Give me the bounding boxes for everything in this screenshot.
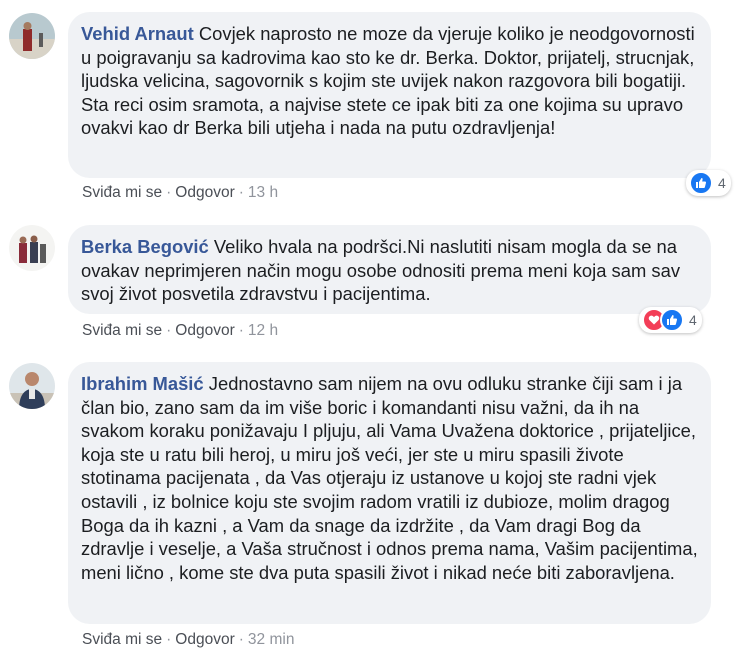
reply-link[interactable]: Odgovor [175, 322, 234, 339]
separator: · [238, 184, 244, 201]
comment-bubble: Vehid Arnaut Covjek naprosto ne moze da … [68, 12, 711, 178]
like-link[interactable]: Sviđa mi se [82, 322, 162, 339]
comment-author[interactable]: Berka Begović [81, 236, 209, 257]
comment-bubble: Berka Begović Veliko hvala na podršci.Ni… [68, 225, 711, 314]
comment-author[interactable]: Ibrahim Mašić [81, 373, 204, 394]
like-link[interactable]: Sviđa mi se [82, 184, 162, 201]
reaction-summary[interactable]: 4 [639, 307, 702, 333]
comment-actions: Sviđa mi se · Odgovor · 32 min [82, 631, 294, 649]
like-link[interactable]: Sviđa mi se [82, 631, 162, 648]
separator: · [238, 631, 244, 648]
like-icon [660, 308, 684, 332]
separator: · [166, 631, 172, 648]
reaction-summary[interactable]: 4 [686, 170, 731, 196]
like-icon [689, 171, 713, 195]
separator: · [166, 184, 172, 201]
comment-text: Jednostavno sam nijem na ovu odluku stra… [81, 373, 698, 583]
comment-bubble: Ibrahim Mašić Jednostavno sam nijem na o… [68, 362, 711, 624]
separator: · [166, 322, 172, 339]
avatar[interactable] [9, 13, 55, 59]
avatar[interactable] [9, 363, 55, 409]
avatar[interactable] [9, 225, 55, 271]
reaction-count: 4 [718, 175, 726, 191]
comment-timestamp[interactable]: 12 h [248, 322, 278, 339]
separator: · [238, 322, 244, 339]
reply-link[interactable]: Odgovor [175, 184, 234, 201]
reaction-count: 4 [689, 312, 697, 328]
comment-timestamp[interactable]: 32 min [248, 631, 295, 648]
comment-actions: Sviđa mi se · Odgovor · 13 h [82, 184, 278, 202]
comment-actions: Sviđa mi se · Odgovor · 12 h [82, 322, 278, 340]
reply-link[interactable]: Odgovor [175, 631, 234, 648]
comment-timestamp[interactable]: 13 h [248, 184, 278, 201]
comment-author[interactable]: Vehid Arnaut [81, 23, 194, 44]
